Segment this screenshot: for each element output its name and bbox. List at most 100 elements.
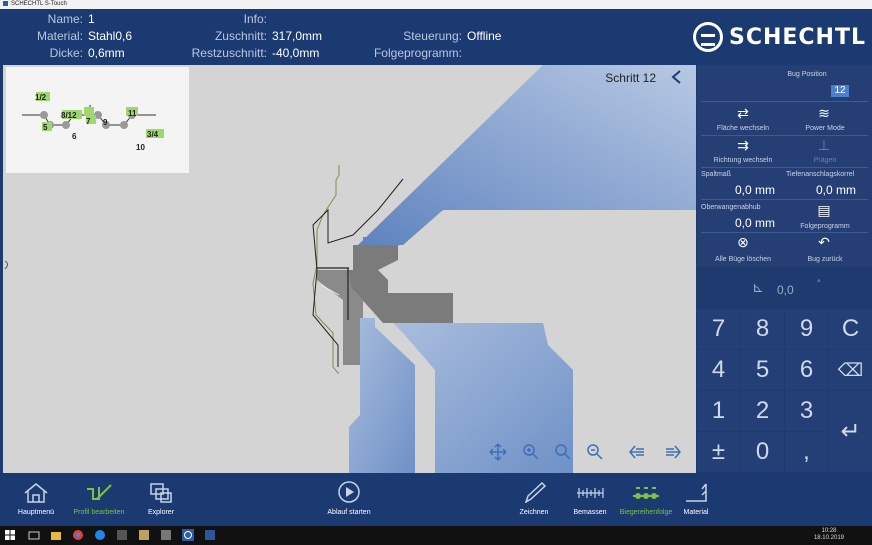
biegereihenfolge-button[interactable]: Biegereihenfolge xyxy=(616,481,676,516)
bemassen-label: Bemassen xyxy=(573,509,607,516)
preview-label: 6 xyxy=(72,132,77,141)
info-label: Info: xyxy=(243,12,267,26)
direction-icon[interactable]: ⇉ xyxy=(733,137,753,154)
chrome-icon[interactable] xyxy=(72,529,84,541)
key-3[interactable]: 3 xyxy=(785,391,828,431)
flip-surface-icon[interactable]: ⇄ xyxy=(733,105,753,122)
bending-canvas[interactable]: 1/2 8/12 7 9 11 5 6 3/4 10 Schritt 12 xyxy=(3,65,696,473)
pan-icon[interactable] xyxy=(489,443,507,461)
zoom-fit-icon[interactable] xyxy=(554,443,572,461)
key-plus-minus[interactable]: ± xyxy=(697,432,740,472)
preview-label: 5 xyxy=(43,123,48,132)
hauptmenue-button[interactable]: Hauptmenü xyxy=(8,481,64,516)
step-indicator: Schritt 12 xyxy=(605,71,656,85)
material-label: Material: xyxy=(36,29,83,43)
profile-preview[interactable]: 1/2 8/12 7 9 11 5 6 3/4 10 xyxy=(6,67,189,173)
preview-label: 1/2 xyxy=(35,93,47,102)
key-clear[interactable]: C xyxy=(829,309,872,349)
delete-all-icon[interactable]: ⊗ xyxy=(733,234,753,251)
app-icon-1[interactable] xyxy=(116,529,128,541)
s-touch-app-icon[interactable] xyxy=(182,529,194,541)
bemassen-button[interactable]: Bemassen xyxy=(566,481,614,516)
biegereihenfolge-label: Biegereihenfolge xyxy=(619,509,673,516)
arrow-right-icon[interactable] xyxy=(664,443,682,461)
zoom-out-icon[interactable] xyxy=(586,443,604,461)
zuschnitt-value: 317,0mm xyxy=(272,29,323,43)
key-6[interactable]: 6 xyxy=(785,350,828,390)
name-value: 1 xyxy=(88,12,95,26)
schechtl-logo: SCHECHTL xyxy=(692,21,866,53)
profil-label: Profil bearbeiten xyxy=(73,509,125,516)
control-panel: Bug Position 12 ⇄ Fläche wechseln ≋ Powe… xyxy=(697,65,872,267)
alle-loeschen-label[interactable]: Alle Büge löschen xyxy=(703,256,783,263)
backspace-icon[interactable]: ⌫ xyxy=(829,350,872,390)
tiefen-label: Tiefenanschlagskorrel xyxy=(786,171,855,178)
name-label: Name: xyxy=(47,12,83,26)
power-mode-label[interactable]: Power Mode xyxy=(785,125,865,132)
praegen-icon: ⊥ xyxy=(817,137,831,153)
preview-label: 9 xyxy=(103,118,108,127)
key-comma[interactable]: , xyxy=(785,432,828,472)
steuerung-label: Steuerung: xyxy=(403,29,462,43)
numeric-keypad: 7 8 9 C 4 5 6 ⌫ 1 2 3 ↵ ± 0 , xyxy=(697,309,872,473)
spaltmass-value[interactable]: 0,0 mm xyxy=(735,183,775,197)
key-8[interactable]: 8 xyxy=(741,309,784,349)
material-button[interactable]: Material xyxy=(676,481,716,516)
key-5[interactable]: 5 xyxy=(741,350,784,390)
zoom-in-icon[interactable] xyxy=(522,443,540,461)
folgeprogramm-button-label[interactable]: Folgeprogramm xyxy=(787,223,863,230)
app-icon-3[interactable] xyxy=(160,529,172,541)
home-icon xyxy=(24,483,48,503)
material-label: Material xyxy=(683,509,709,516)
arrow-left-icon[interactable] xyxy=(628,443,646,461)
document-icon[interactable]: ▤ xyxy=(815,202,833,219)
task-view-icon[interactable] xyxy=(28,529,40,541)
enter-icon[interactable]: ↵ xyxy=(829,391,872,472)
file-explorer-icon[interactable] xyxy=(50,529,62,541)
praegen-label: Prägen xyxy=(813,157,837,164)
explorer-button[interactable]: Explorer xyxy=(134,481,188,516)
ablauf-button[interactable]: Ablauf starten xyxy=(318,481,380,516)
flaeche-label[interactable]: Fläche wechseln xyxy=(703,125,783,132)
restzuschnitt-value: -40,0mm xyxy=(272,46,320,60)
preview-label: 10 xyxy=(136,143,145,152)
preview-label: 8/12 xyxy=(61,111,77,120)
bug-zurueck-label[interactable]: Bug zurück xyxy=(785,256,865,263)
zeichnen-button[interactable]: Zeichnen xyxy=(510,481,558,516)
clock-date: 18.10.2019 xyxy=(813,535,844,541)
zuschnitt-label: Zuschnitt: xyxy=(214,29,267,43)
key-2[interactable]: 2 xyxy=(741,391,784,431)
system-clock[interactable]: 10:28 18.10.2019 xyxy=(814,528,844,542)
word-icon[interactable] xyxy=(204,529,216,541)
key-9[interactable]: 9 xyxy=(785,309,828,349)
key-4[interactable]: 4 xyxy=(697,350,740,390)
bug-position-value[interactable]: 12 xyxy=(831,85,849,97)
tiefen-value[interactable]: 0,0 mm xyxy=(816,183,856,197)
windows-start-icon[interactable] xyxy=(4,529,16,541)
preview-label: 3/4 xyxy=(147,130,159,139)
header: Name: 1 Material: Stahl0,6 Dicke: 0,6mm … xyxy=(0,9,872,65)
angle-unit: ° xyxy=(817,278,821,288)
explorer-icon xyxy=(150,483,172,503)
key-0[interactable]: 0 xyxy=(741,432,784,472)
key-1[interactable]: 1 xyxy=(697,391,740,431)
edge-icon[interactable] xyxy=(94,529,106,541)
explorer-label: Explorer xyxy=(147,509,175,516)
app-icon-2[interactable] xyxy=(138,529,150,541)
bend-sequence-icon xyxy=(633,487,659,499)
richtung-label[interactable]: Richtung wechseln xyxy=(703,157,783,164)
restzuschnitt-label: Restzuschnitt: xyxy=(191,46,267,60)
undo-icon[interactable]: ↶ xyxy=(814,234,834,251)
spaltmass-label: Spaltmaß xyxy=(701,171,731,178)
previous-step-icon[interactable] xyxy=(670,69,682,85)
ablauf-label: Ablauf starten xyxy=(327,509,371,516)
oberwangen-value[interactable]: 0,0 mm xyxy=(735,216,775,230)
preview-label: 11 xyxy=(128,109,137,118)
steuerung-value: Offline xyxy=(467,29,502,43)
upper-beam-shading xyxy=(358,65,696,245)
ruler-icon xyxy=(577,488,604,498)
key-7[interactable]: 7 xyxy=(697,309,740,349)
pencil-icon xyxy=(524,481,547,503)
profil-button[interactable]: Profil bearbeiten xyxy=(68,481,130,516)
power-mode-icon[interactable]: ≋ xyxy=(814,105,834,122)
